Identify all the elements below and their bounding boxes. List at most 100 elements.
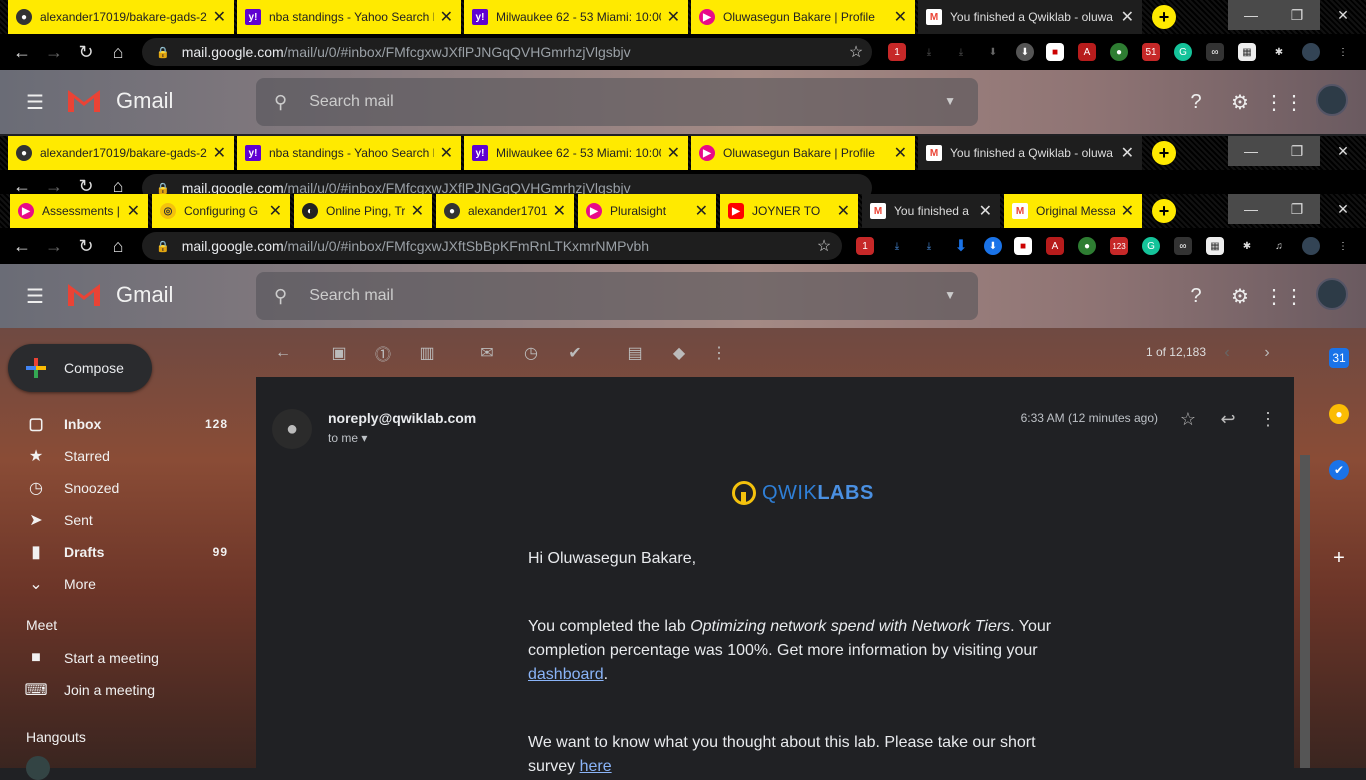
- bookmark-star-icon[interactable]: ☆: [812, 234, 836, 258]
- report-spam-icon[interactable]: ⓵: [372, 342, 394, 364]
- tab-github[interactable]: ● alexander17019/bakare-gads-2 ✕: [8, 0, 234, 34]
- tab-yahoo-score[interactable]: y! Milwaukee 62 - 53 Miami: 10:00 ✕: [464, 136, 688, 170]
- close-icon[interactable]: ✕: [894, 143, 907, 163]
- back-button[interactable]: ←: [10, 234, 34, 258]
- extension-icon[interactable]: ■: [1046, 43, 1064, 61]
- reload-button[interactable]: ↻: [74, 174, 98, 195]
- tab-gmail-qwiklab[interactable]: M You finished a Qwiklab - oluwa ✕: [918, 0, 1142, 34]
- settings-gear-icon[interactable]: ⚙: [1228, 90, 1252, 114]
- help-icon[interactable]: ?: [1184, 90, 1208, 114]
- close-icon[interactable]: ✕: [440, 7, 453, 27]
- menu-dots-icon[interactable]: ⋮: [1334, 237, 1352, 255]
- sidebar-item-drafts[interactable]: ▮ Drafts 99: [0, 536, 244, 568]
- join-meeting-item[interactable]: ⌨ Join a meeting: [0, 674, 244, 706]
- tab-github[interactable]: ● alexander17019 ✕: [436, 194, 574, 228]
- back-button[interactable]: ←: [10, 40, 34, 64]
- close-icon[interactable]: ✕: [213, 143, 226, 163]
- puzzle-icon[interactable]: ✱: [1238, 237, 1256, 255]
- add-task-icon[interactable]: ✔: [564, 342, 586, 364]
- tab-pluralsight-profile[interactable]: ▶ Oluwasegun Bakare | Profile ✕: [691, 0, 915, 34]
- sidebar-item-more[interactable]: ⌄ More: [0, 568, 244, 600]
- forward-button[interactable]: →: [42, 174, 66, 195]
- maximize-button[interactable]: ❐: [1274, 194, 1320, 224]
- sidebar-item-starred[interactable]: ★ Starred: [0, 440, 244, 472]
- apps-grid-icon[interactable]: ⋮⋮: [1264, 90, 1304, 114]
- survey-link[interactable]: here: [580, 758, 612, 775]
- extension-icon[interactable]: ∞: [1174, 237, 1192, 255]
- new-tab-button[interactable]: +: [1152, 5, 1176, 29]
- avatar[interactable]: [1316, 278, 1348, 310]
- tasks-icon[interactable]: ✔: [1329, 460, 1349, 480]
- sidebar-item-sent[interactable]: ➤ Sent: [0, 504, 244, 536]
- download-icon[interactable]: ⤓: [920, 43, 938, 61]
- tab-original-message[interactable]: M Original Messa ✕: [1004, 194, 1142, 228]
- extension-icon[interactable]: ▦: [1238, 43, 1256, 61]
- tab-yahoo-search[interactable]: y! nba standings - Yahoo Search R ✕: [237, 136, 461, 170]
- close-icon[interactable]: ✕: [440, 143, 453, 163]
- tab-gmail-qwiklab[interactable]: M You finished a Qwiklab - oluwa ✕: [918, 136, 1142, 170]
- scrollbar[interactable]: [1300, 455, 1310, 768]
- download-icon[interactable]: ⤓: [952, 43, 970, 61]
- tab-gmail-qwiklab[interactable]: M You finished a ✕: [862, 194, 1000, 228]
- hamburger-menu-icon[interactable]: ☰: [26, 284, 46, 308]
- address-bar[interactable]: 🔒 mail.google.com/mail/u/0/#inbox/FMfcgx…: [142, 232, 842, 260]
- download-icon[interactable]: ⬇: [1016, 43, 1034, 61]
- sidebar-item-inbox[interactable]: ▢ Inbox 128: [0, 408, 244, 440]
- close-icon[interactable]: ✕: [837, 201, 850, 221]
- reload-button[interactable]: ↻: [74, 40, 98, 64]
- extension-icon[interactable]: ■: [1014, 237, 1032, 255]
- search-input[interactable]: ⚲ Search mail ▼: [256, 78, 978, 126]
- close-icon[interactable]: ✕: [667, 7, 680, 27]
- calendar-icon[interactable]: 31: [1329, 348, 1349, 368]
- add-addon-icon[interactable]: +: [1329, 547, 1349, 569]
- address-bar[interactable]: 🔒 mail.google.com/mail/u/0/#inbox/FMfcgx…: [142, 174, 872, 194]
- download-icon[interactable]: ⬇: [984, 43, 1002, 61]
- close-icon[interactable]: ✕: [979, 201, 992, 221]
- tab-yahoo-score[interactable]: y! Milwaukee 62 - 53 Miami: 10:00 ✕: [464, 0, 688, 34]
- settings-gear-icon[interactable]: ⚙: [1228, 284, 1252, 308]
- close-icon[interactable]: ✕: [411, 201, 424, 221]
- tab-pluralsight[interactable]: ▶ Pluralsight ✕: [578, 194, 716, 228]
- minimize-button[interactable]: —: [1228, 136, 1274, 166]
- adblock-icon[interactable]: 123: [1110, 237, 1128, 255]
- download-icon[interactable]: ⤓: [888, 237, 906, 255]
- reload-button[interactable]: ↻: [74, 234, 98, 258]
- apps-grid-icon[interactable]: ⋮⋮: [1264, 284, 1304, 308]
- close-icon[interactable]: ✕: [269, 201, 282, 221]
- new-tab-button[interactable]: +: [1152, 199, 1176, 223]
- adblock-icon[interactable]: 51: [1142, 43, 1160, 61]
- new-tab-button[interactable]: +: [1152, 141, 1176, 165]
- close-icon[interactable]: ✕: [1121, 201, 1134, 221]
- help-icon[interactable]: ?: [1184, 284, 1208, 308]
- recipient-line[interactable]: to me ▾: [328, 431, 367, 445]
- search-input[interactable]: ⚲ Search mail ▼: [256, 272, 978, 320]
- close-window-button[interactable]: ✕: [1320, 136, 1366, 166]
- mark-unread-icon[interactable]: ✉: [476, 342, 498, 364]
- home-button[interactable]: ⌂: [106, 40, 130, 64]
- tab-yahoo-search[interactable]: y! nba standings - Yahoo Search R ✕: [237, 0, 461, 34]
- back-button[interactable]: ←: [10, 174, 34, 195]
- minimize-button[interactable]: —: [1228, 0, 1274, 30]
- grammarly-icon[interactable]: G: [1142, 237, 1160, 255]
- sender-address[interactable]: noreply@qwiklab.com: [328, 410, 476, 426]
- close-icon[interactable]: ✕: [553, 201, 566, 221]
- extension-icon[interactable]: ●: [1078, 237, 1096, 255]
- media-control-icon[interactable]: ♫: [1270, 237, 1288, 255]
- home-button[interactable]: ⌂: [106, 234, 130, 258]
- tab-pluralsight-profile[interactable]: ▶ Oluwasegun Bakare | Profile ✕: [691, 136, 915, 170]
- menu-dots-icon[interactable]: ⋮: [1334, 43, 1352, 61]
- download-icon[interactable]: ⬇: [952, 237, 970, 255]
- tab-configuring[interactable]: ◎ Configuring G ✕: [152, 194, 290, 228]
- hamburger-menu-icon[interactable]: ☰: [26, 90, 46, 114]
- more-options-icon[interactable]: ⋮: [1256, 407, 1280, 431]
- archive-icon[interactable]: ▣: [328, 342, 350, 364]
- extension-icon[interactable]: 1: [888, 43, 906, 61]
- caret-down-icon[interactable]: ▼: [944, 94, 956, 108]
- snooze-icon[interactable]: ◷: [520, 342, 542, 364]
- extension-icon[interactable]: 1: [856, 237, 874, 255]
- close-icon[interactable]: ✕: [695, 201, 708, 221]
- tab-github[interactable]: ● alexander17019/bakare-gads-2 ✕: [8, 136, 234, 170]
- extension-icon[interactable]: ∞: [1206, 43, 1224, 61]
- tab-assessments[interactable]: ▶ Assessments | P ✕: [10, 194, 148, 228]
- address-bar[interactable]: 🔒 mail.google.com/mail/u/0/#inbox/FMfcgx…: [142, 38, 872, 66]
